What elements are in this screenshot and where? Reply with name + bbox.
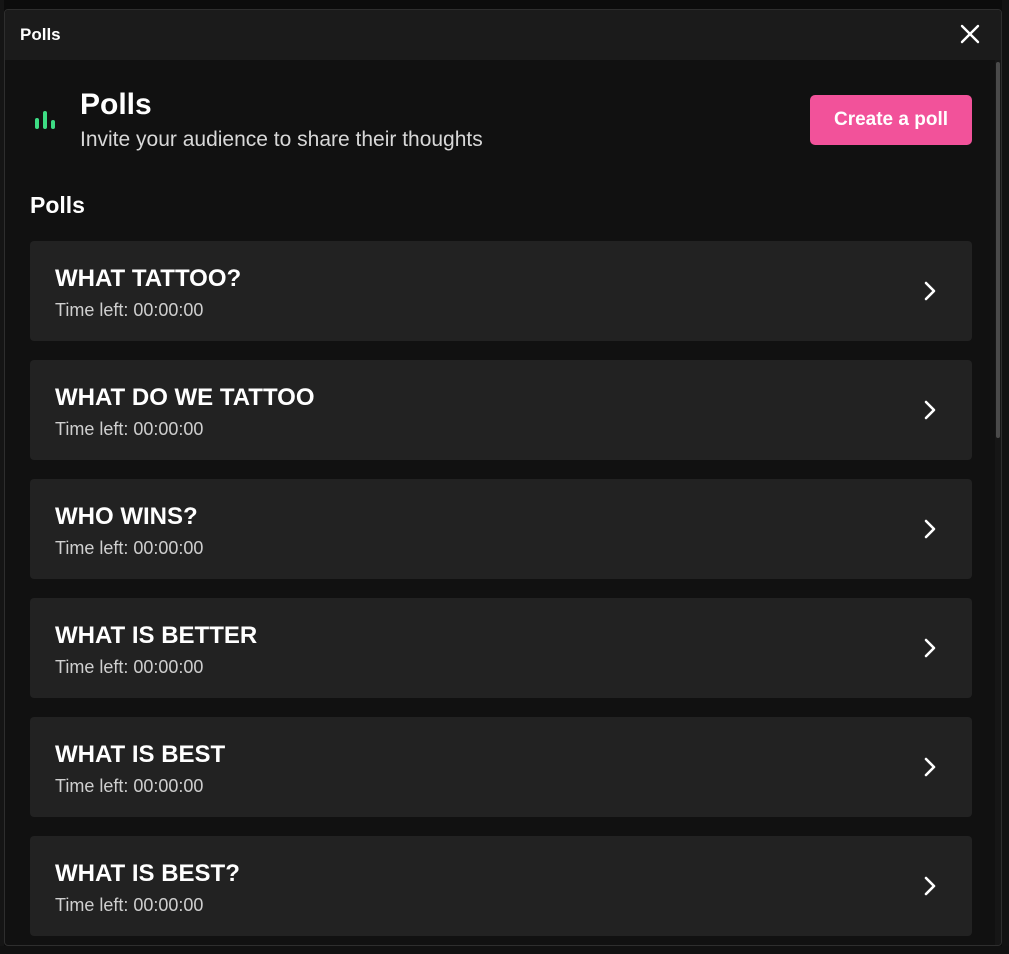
poll-list: WHAT TATTOO? Time left: 00:00:00 WHAT DO…	[30, 241, 972, 945]
modal-title: Polls	[20, 25, 61, 44]
polls-modal: Polls Polls Invite your audience to shar…	[4, 9, 1002, 946]
poll-time-left: Time left: 00:00:00	[55, 419, 204, 439]
poll-title: WHAT IS BEST?	[55, 860, 240, 887]
page-subtitle: Invite your audience to share their thou…	[80, 128, 483, 151]
poll-title: WHAT IS BEST	[55, 741, 226, 768]
poll-title: WHAT DO WE TATTOO	[55, 384, 315, 411]
poll-item[interactable]: WHAT TATTOO? Time left: 00:00:00	[30, 241, 972, 341]
modal-content: Polls Invite your audience to share thei…	[5, 60, 1001, 945]
poll-time-left: Time left: 00:00:00	[55, 895, 204, 915]
create-poll-button[interactable]: Create a poll	[810, 95, 972, 145]
chevron-right-icon	[924, 638, 936, 658]
poll-item[interactable]: WHAT IS BEST Time left: 00:00:00	[30, 717, 972, 817]
chevron-right-icon	[924, 757, 936, 777]
scrollbar[interactable]	[995, 60, 1001, 945]
modal-titlebar: Polls	[5, 10, 1001, 60]
poll-title: WHO WINS?	[55, 503, 198, 530]
poll-item[interactable]: WHAT DO WE TATTOO Time left: 00:00:00	[30, 360, 972, 460]
poll-title: WHAT TATTOO?	[55, 265, 242, 292]
poll-item[interactable]: WHO WINS? Time left: 00:00:00	[30, 479, 972, 579]
section-title: Polls	[30, 192, 85, 218]
background-app-bottom	[0, 946, 1009, 954]
poll-title: WHAT IS BETTER	[55, 622, 258, 649]
scrollbar-thumb[interactable]	[996, 62, 1000, 438]
poll-item[interactable]: WHAT IS BEST? Time left: 00:00:00	[30, 836, 972, 936]
background-app-right	[1002, 0, 1009, 954]
page-title: Polls	[80, 88, 152, 121]
chevron-right-icon	[924, 876, 936, 896]
chevron-right-icon	[924, 281, 936, 301]
bar-chart-icon	[35, 111, 55, 129]
poll-time-left: Time left: 00:00:00	[55, 657, 204, 677]
chevron-right-icon	[924, 400, 936, 420]
close-button[interactable]	[957, 21, 983, 47]
polls-header: Polls Invite your audience to share thei…	[30, 85, 972, 155]
poll-time-left: Time left: 00:00:00	[55, 300, 204, 320]
chevron-right-icon	[924, 519, 936, 539]
poll-item[interactable]: WHAT IS BETTER Time left: 00:00:00	[30, 598, 972, 698]
close-icon	[960, 24, 980, 44]
poll-time-left: Time left: 00:00:00	[55, 776, 204, 796]
poll-time-left: Time left: 00:00:00	[55, 538, 204, 558]
